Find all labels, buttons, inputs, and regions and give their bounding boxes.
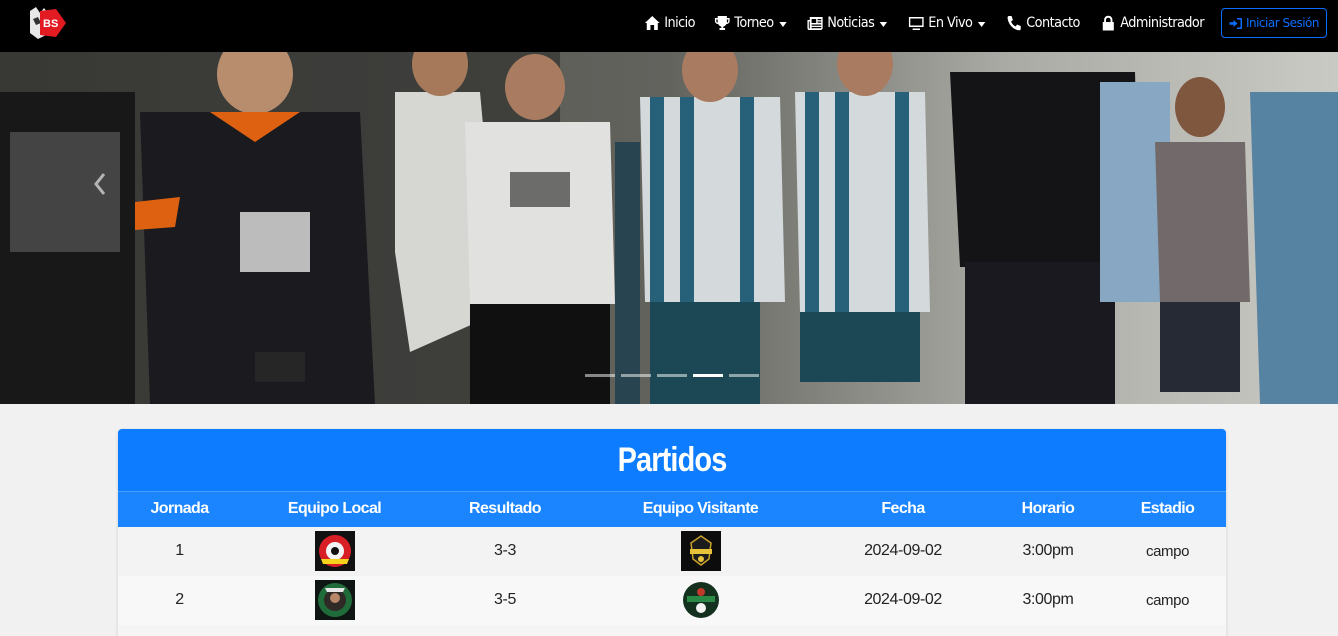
brand-logo[interactable]: BS [26, 5, 68, 41]
nav-item-label: En Vivo [927, 15, 973, 31]
column-header-fecha: Fecha [881, 500, 925, 518]
newspaper-icon [807, 17, 823, 30]
team-photo [0, 52, 1338, 404]
table-header-row: Jornada Equipo Local Resultado Equipo Vi… [118, 491, 1226, 527]
nav-item-label: Torneo [734, 15, 774, 31]
team-logo-green [314, 580, 355, 620]
visitor-team-cell [582, 576, 819, 625]
column-header-equipo-local: Equipo Local [287, 500, 382, 518]
nav-item-administrador[interactable]: Administrador [1100, 15, 1204, 31]
nav-item-noticias[interactable]: Noticias [807, 15, 887, 31]
result-cell: 3-3 [494, 542, 516, 559]
date-cell: 2024-09-02 [864, 591, 942, 608]
lock-icon [1102, 15, 1114, 31]
local-team-cell [241, 527, 428, 576]
carousel-indicator[interactable] [657, 374, 687, 377]
sign-in-icon [1229, 17, 1242, 29]
carousel-indicator[interactable] [585, 374, 615, 377]
column-header-resultado: Resultado [469, 500, 542, 518]
chevron-down-icon [778, 21, 787, 27]
login-button-label: Iniciar Sesión [1245, 16, 1320, 30]
jornada-cell: 2 [175, 591, 184, 608]
time-cell: 3:00pm [1022, 591, 1074, 608]
trophy-icon [714, 16, 730, 30]
stadium-cell: campo [1145, 591, 1190, 609]
matches-table: Jornada Equipo Local Resultado Equipo Vi… [118, 491, 1226, 625]
phone-icon [1007, 16, 1021, 31]
login-button[interactable]: Iniciar Sesión [1220, 8, 1327, 38]
local-team-cell [241, 576, 428, 625]
nav-item-label: Inicio [664, 15, 696, 31]
carousel-prev-icon[interactable] [88, 164, 112, 204]
column-header-horario: Horario [1021, 500, 1075, 518]
team-logo-green-ball [680, 580, 721, 620]
stadium-cell: campo [1145, 542, 1190, 560]
column-header-jornada: Jornada [150, 500, 209, 518]
carousel-indicators [585, 374, 765, 377]
time-cell: 3:00pm [1022, 542, 1074, 559]
result-cell: 3-5 [494, 591, 516, 608]
home-icon [645, 16, 661, 30]
nav-item-label: Administrador [1120, 15, 1204, 31]
carousel-indicator-active[interactable] [693, 374, 723, 377]
chevron-down-icon [977, 21, 985, 27]
nav-item-inicio[interactable]: Inicio [644, 15, 696, 31]
date-cell: 2024-09-02 [864, 542, 942, 559]
top-navbar: BS Inicio Torneo Noticias En Vivo Contac… [0, 0, 1338, 52]
tv-icon [908, 17, 924, 30]
team-logo-red [314, 531, 355, 571]
team-logo-mineros [680, 531, 721, 571]
column-header-estadio: Estadio [1140, 500, 1195, 518]
visitor-team-cell [582, 527, 819, 576]
carousel-indicator[interactable] [621, 374, 651, 377]
carousel-indicator[interactable] [729, 374, 759, 377]
table-row: 2 3-5 2024-09-02 3:00pm campo [118, 575, 1226, 625]
hero-carousel [0, 52, 1338, 404]
nav-item-torneo[interactable]: Torneo [714, 15, 787, 31]
matches-header: Partidos [118, 429, 1226, 491]
column-header-equipo-visitante: Equipo Visitante [642, 500, 759, 518]
table-row: 1 3-3 2024-09-02 3:00pm campo [118, 526, 1226, 576]
jornada-cell: 1 [175, 542, 184, 559]
nav-item-contacto[interactable]: Contacto [1006, 15, 1080, 31]
nav-item-en-vivo[interactable]: En Vivo [908, 15, 985, 31]
nav-item-label: Contacto [1025, 15, 1080, 31]
chevron-down-icon [879, 21, 887, 27]
matches-title: Partidos [617, 440, 728, 479]
matches-card: Partidos Jornada Equipo Local Resultado … [118, 429, 1226, 636]
nav-item-label: Noticias [826, 15, 875, 31]
svg-text:BS: BS [43, 18, 58, 30]
